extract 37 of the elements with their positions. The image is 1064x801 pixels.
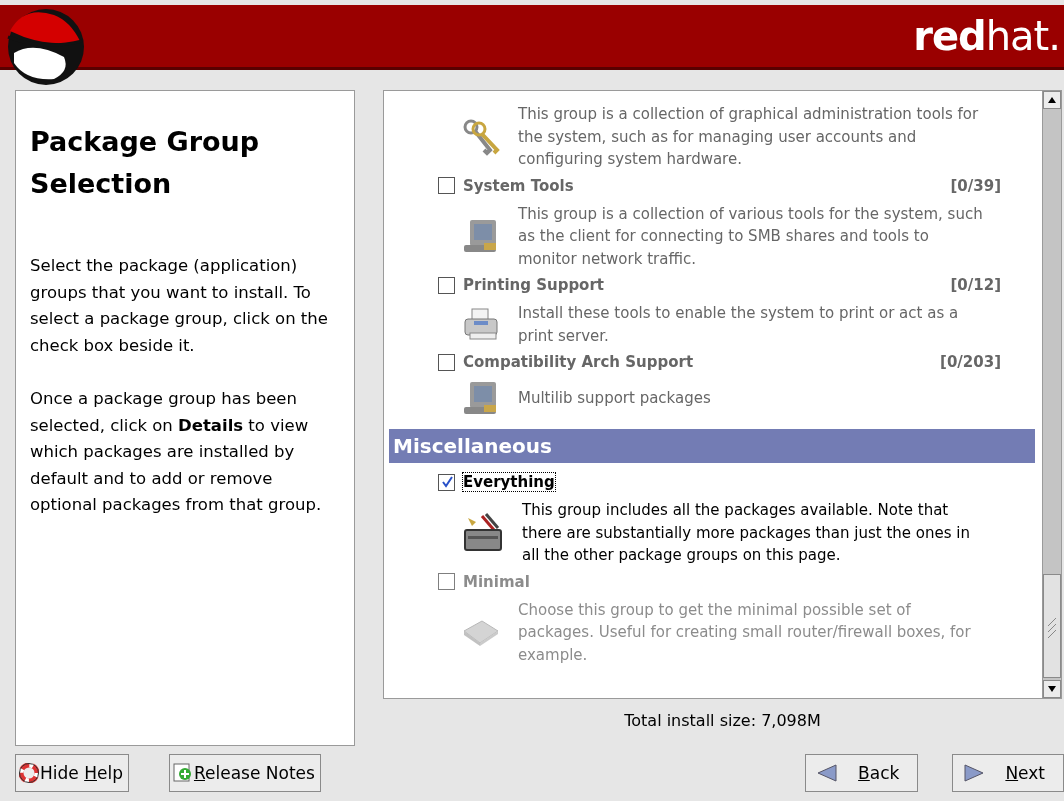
lifebuoy-icon — [19, 763, 39, 783]
help-title: Package Group Selection — [30, 125, 261, 201]
printer-icon — [462, 306, 500, 343]
brand-wordmark: redhat. — [913, 13, 1060, 59]
notes-button[interactable]: Release Notes — [168, 754, 321, 792]
help-text: Select the package (application) groups that you want to install. To select a package group, click on the check box beside it. — [30, 255, 329, 357]
group-title: System Tools — [463, 176, 574, 195]
group-description: Install these tools to enable the system to print or act as a print server. — [518, 303, 960, 347]
help-text: Once a package group has been selected, click on Details to view which packages are installed by default and to add or remove optional packages from that group. — [30, 388, 323, 516]
install-size: Total install size: 7,098M — [623, 711, 822, 730]
package-count: [0/39] — [950, 176, 1001, 195]
scrollbar[interactable] — [1042, 91, 1061, 698]
group-title: Everything — [463, 473, 555, 491]
group-title: Printing Support — [463, 276, 604, 294]
section-header: Miscellaneous — [389, 429, 1035, 463]
group-description: Choose this group to get the minimal possible set of packages. Useful for creating small router/firewall boxes, for example. — [518, 599, 972, 666]
package-count: [0/203] — [940, 353, 1001, 371]
help-button[interactable]: Hide Help — [15, 754, 129, 792]
group-description: This group includes all the packages available. Note that there are substantially more packages than just the ones in all the other package groups on this page. — [522, 500, 971, 566]
checkbox[interactable] — [438, 276, 455, 294]
group-title: Minimal — [463, 572, 530, 591]
next-button[interactable]: Next — [952, 754, 1064, 792]
checkbox[interactable] — [438, 353, 455, 371]
add-note-icon — [172, 763, 193, 783]
back-arrow-icon — [816, 763, 839, 783]
package-count: [0/12] — [950, 276, 1001, 294]
group-description: Multilib support packages — [518, 387, 711, 409]
group-description: This group is a collection of graphical administration tools for the system, such as for managing user accounts and configuring system hardware. — [518, 104, 980, 170]
checkbox[interactable] — [438, 177, 455, 194]
group-description: This group is a collection of various tools for the system, such as the client for connecting to SMB shares and tools to monitor network traffic. — [518, 203, 984, 270]
scroll-down-icon[interactable] — [1047, 685, 1057, 693]
toolbox-icon — [462, 511, 504, 554]
scroll-up-icon[interactable] — [1047, 96, 1057, 104]
next-arrow-icon — [963, 763, 986, 783]
checkbox[interactable] — [438, 473, 455, 491]
back-button[interactable]: Back — [805, 754, 919, 792]
group-title: Compatibility Arch Support — [463, 353, 694, 371]
